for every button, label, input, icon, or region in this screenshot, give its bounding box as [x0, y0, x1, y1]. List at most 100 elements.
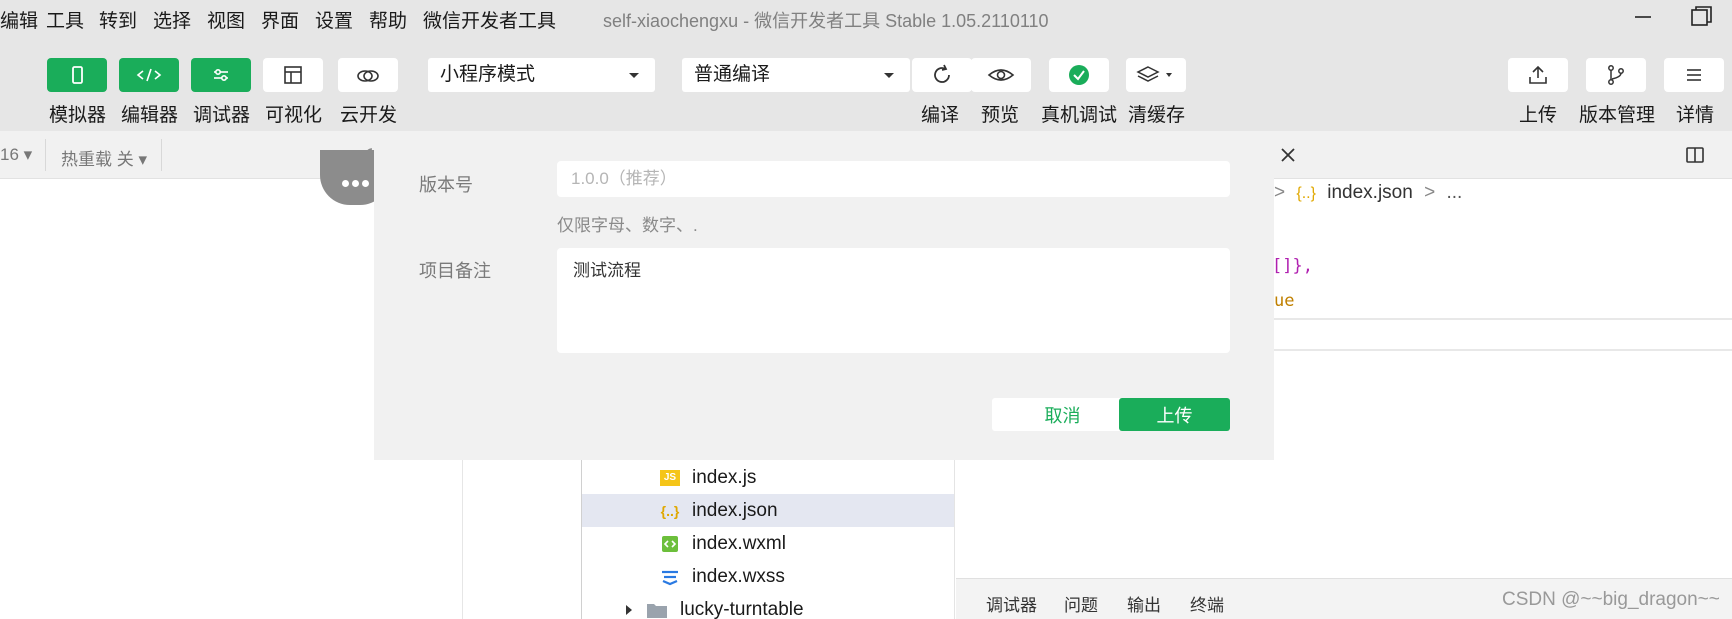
- minimize-icon[interactable]: [1626, 4, 1656, 30]
- tree-item-index-wxml[interactable]: index.wxml: [582, 527, 954, 560]
- version-management-label: 版本管理: [1579, 105, 1656, 126]
- json-file-icon: {..}: [1296, 185, 1316, 202]
- window-title: self-xiaochengxu - 微信开发者工具 Stable 1.05.2…: [603, 11, 1049, 31]
- tab-terminal[interactable]: 终端: [1190, 591, 1224, 616]
- menu-settings[interactable]: 设置: [315, 6, 353, 33]
- simulator-label: 模拟器: [49, 105, 107, 126]
- compile-select[interactable]: 普通编译: [682, 58, 910, 92]
- sliders-icon: [214, 69, 228, 82]
- clear-cache-label: 清缓存: [1128, 105, 1186, 126]
- file-name: index.json: [692, 500, 778, 521]
- divider: [161, 139, 162, 171]
- watermark: CSDN @~~big_dragon~~: [1502, 589, 1720, 610]
- menu-select[interactable]: 选择: [153, 6, 191, 33]
- confirm-upload-button[interactable]: 上传: [1119, 398, 1230, 431]
- menu-edit[interactable]: 编辑: [0, 6, 38, 33]
- debugger-button[interactable]: [191, 58, 251, 92]
- js-file-icon: JS: [660, 470, 680, 486]
- breadcrumb-more[interactable]: ...: [1446, 182, 1462, 203]
- upload-dialog: 版本号 仅限字母、数字、. 项目备注 测试流程 取消 上传: [374, 131, 1274, 460]
- preview-label: 预览: [981, 105, 1020, 126]
- cloud-dev-label: 云开发: [340, 105, 398, 126]
- check-circle-icon: [1069, 65, 1089, 85]
- chevron-down-icon: [884, 73, 894, 78]
- tab-output[interactable]: 输出: [1127, 591, 1161, 616]
- visual-button[interactable]: [263, 58, 323, 92]
- simulator-button[interactable]: [47, 58, 107, 92]
- version-input[interactable]: [557, 161, 1230, 197]
- editor-button[interactable]: [119, 58, 179, 92]
- breadcrumb-separator: >: [1274, 182, 1286, 203]
- code-fragment-brace: []},: [1272, 256, 1313, 276]
- clear-cache-button[interactable]: [1126, 58, 1186, 92]
- divider: [45, 139, 46, 171]
- tree-folder-lucky-turntable[interactable]: lucky-turntable: [616, 593, 954, 619]
- menu-interface[interactable]: 界面: [261, 6, 299, 33]
- editor-ruler: [1274, 318, 1732, 351]
- menu-help[interactable]: 帮助: [369, 6, 407, 33]
- wxss-file-icon: [660, 568, 680, 586]
- file-name: index.js: [692, 467, 757, 488]
- menu-goto[interactable]: 转到: [99, 6, 137, 33]
- cancel-button[interactable]: 取消: [992, 398, 1133, 431]
- menubar: 编辑 工具 转到 选择 视图 界面 设置 帮助 微信开发者工具 self-xia…: [0, 0, 1732, 34]
- tree-item-index-js[interactable]: JS index.js: [582, 461, 954, 494]
- real-device-debug-button[interactable]: [1049, 58, 1109, 92]
- panel-divider: [954, 440, 955, 619]
- upload-button[interactable]: [1508, 58, 1568, 92]
- compile-label: 编译: [921, 105, 960, 126]
- cloud-dev-button[interactable]: [338, 58, 398, 92]
- real-device-debug-label: 真机调试: [1041, 105, 1118, 126]
- layout-icon: [284, 66, 302, 84]
- details-button[interactable]: [1664, 58, 1724, 92]
- compile-button[interactable]: [912, 58, 972, 92]
- preview-button[interactable]: [971, 58, 1031, 92]
- toolbar: 模拟器 编辑器 调试器 可视化 云开发 小程序模式 普通编译 编译 预览 真机调…: [0, 34, 1732, 131]
- version-label: 版本号: [419, 175, 473, 195]
- cloud-icon: [357, 70, 379, 82]
- visual-label: 可视化: [265, 105, 323, 126]
- note-textarea[interactable]: 测试流程: [557, 248, 1230, 353]
- note-label: 项目备注: [419, 261, 491, 281]
- eye-icon: [987, 69, 1015, 81]
- code-icon: [136, 68, 162, 82]
- editor-breadcrumb: > {..} index.json > ...: [1274, 182, 1463, 203]
- chevron-down-icon: [629, 73, 639, 78]
- branch-icon: [1608, 65, 1624, 85]
- zoom-select[interactable]: 16 ▾: [0, 145, 32, 165]
- phone-icon: [72, 66, 83, 84]
- debugger-label: 调试器: [193, 105, 251, 126]
- close-tab-icon[interactable]: [1277, 144, 1299, 166]
- tree-item-index-wxss[interactable]: index.wxss: [582, 560, 954, 593]
- tab-problems[interactable]: 问题: [1064, 591, 1098, 616]
- code-fragment-keyword: ue: [1274, 291, 1295, 311]
- chevron-right-icon: [626, 605, 632, 615]
- folder-name: lucky-turntable: [680, 599, 804, 619]
- menu-tools[interactable]: 工具: [46, 6, 84, 33]
- mode-select-value: 小程序模式: [440, 64, 536, 85]
- mode-select[interactable]: 小程序模式: [428, 58, 655, 92]
- split-view-icon[interactable]: [1684, 144, 1706, 166]
- file-name: index.wxss: [692, 566, 785, 587]
- tab-debugger[interactable]: 调试器: [986, 591, 1037, 616]
- hot-reload-select[interactable]: 热重载 关 ▾: [61, 145, 147, 170]
- upload-icon: [1529, 65, 1547, 84]
- layers-icon: [1136, 66, 1172, 82]
- refresh-icon: [934, 64, 950, 83]
- menu-icon: [1687, 69, 1701, 81]
- menu-view[interactable]: 视图: [207, 6, 245, 33]
- menu-wechat-devtools[interactable]: 微信开发者工具: [423, 6, 556, 33]
- json-file-icon: {..}: [660, 503, 680, 519]
- version-hint: 仅限字母、数字、.: [557, 216, 698, 235]
- folder-icon: [646, 601, 668, 619]
- tree-item-index-json[interactable]: {..} index.json: [582, 494, 954, 527]
- compile-select-value: 普通编译: [694, 64, 771, 85]
- wxml-file-icon: [660, 535, 680, 553]
- breadcrumb-file[interactable]: index.json: [1327, 182, 1413, 203]
- upload-label: 上传: [1519, 105, 1558, 126]
- editor-label: 编辑器: [121, 105, 179, 126]
- maximize-icon[interactable]: [1686, 4, 1716, 30]
- file-name: index.wxml: [692, 533, 786, 554]
- version-management-button[interactable]: [1586, 58, 1646, 92]
- details-label: 详情: [1676, 105, 1715, 126]
